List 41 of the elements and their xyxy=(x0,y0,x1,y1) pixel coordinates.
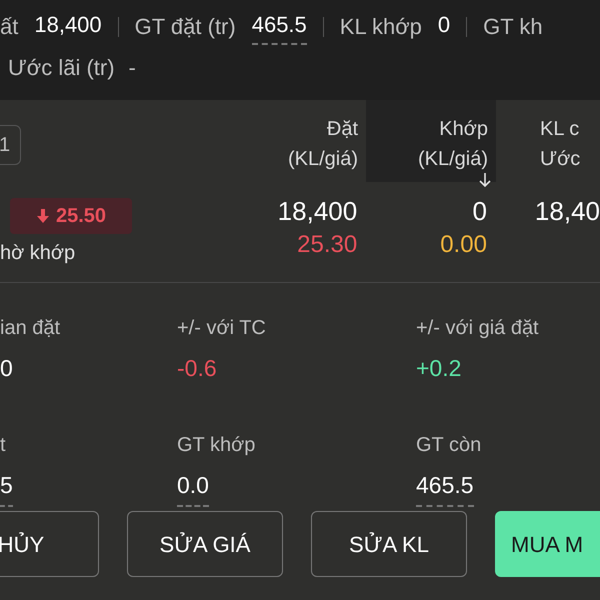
column-subtitle: (KL/giá) xyxy=(288,147,358,172)
sort-arrow-icon[interactable] xyxy=(478,172,492,188)
detail-value: 0.0 xyxy=(177,468,209,506)
detail-value: -0.6 xyxy=(177,354,217,383)
summary-value: 465.5 xyxy=(252,8,307,45)
detail-label: GT khớp xyxy=(177,433,256,458)
detail-label: t xyxy=(0,433,6,458)
summary-label: Ước lãi (tr) xyxy=(8,54,115,82)
price-value: 0.00 xyxy=(440,230,487,260)
price-value: 25.30 xyxy=(297,230,358,260)
summary-value: 0 xyxy=(438,11,450,39)
order-status: hờ khớp xyxy=(0,241,76,266)
summary-label: GT đặt (tr) xyxy=(134,13,236,41)
action-button[interactable]: SỬA GIÁ xyxy=(127,511,283,577)
action-button[interactable]: HỦY xyxy=(0,511,99,577)
quantity-value: 18,40 xyxy=(534,195,600,228)
summary-value: - xyxy=(128,54,136,82)
action-button[interactable]: MUA M xyxy=(495,511,600,577)
column-subtitle: (KL/giá) xyxy=(418,147,488,172)
quantity-value: 18,400 xyxy=(278,195,358,228)
badge-price: 25.50 xyxy=(56,204,106,229)
down-arrow-icon xyxy=(36,208,50,224)
summary-label: GT kh xyxy=(483,13,543,41)
quantity-value: 0 xyxy=(472,195,487,228)
summary-value: 18,400 xyxy=(34,11,102,39)
column-subtitle: Ước xyxy=(540,147,580,172)
detail-value: 465.5 xyxy=(416,468,474,506)
action-button[interactable]: SỬA KL xyxy=(311,511,467,577)
detail-value: 0 xyxy=(0,354,13,383)
detail-label: +/- với TC xyxy=(177,316,266,341)
detail-label: ian đặt xyxy=(0,316,60,341)
detail-label: GT còn xyxy=(416,433,482,458)
summary-label: KL khớp xyxy=(340,13,422,41)
tab-chip[interactable]: 1 xyxy=(0,125,22,165)
column-title: KL c xyxy=(540,117,580,142)
detail-value: +0.2 xyxy=(416,354,462,383)
detail-value: 5 xyxy=(0,468,13,506)
column-title: Khớp xyxy=(438,117,488,142)
detail-label: +/- với giá đặt xyxy=(416,316,539,341)
summary-label: ất xyxy=(0,13,18,41)
column-title: Đặt xyxy=(326,117,358,142)
